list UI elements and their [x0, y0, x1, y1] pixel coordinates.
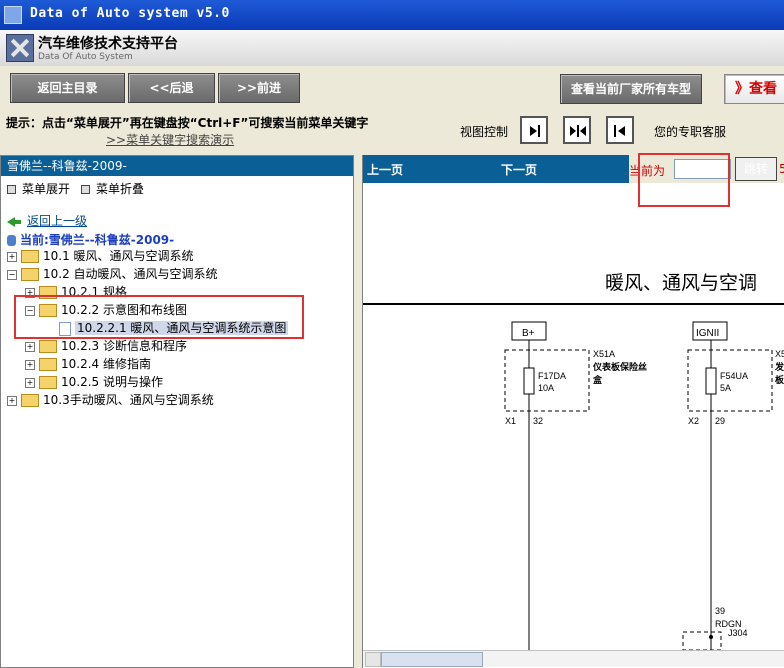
menu-collapse-label: 菜单折叠 [96, 182, 145, 196]
view-search-button[interactable]: 》查看 [724, 74, 784, 104]
wiring-diagram: 暖风、通风与空调 B+ X51A 仪表板保险丝 盒 F17DA 10A X1 3… [363, 183, 784, 650]
fa-partial-label: 发 [774, 361, 784, 372]
folder-open-icon [21, 268, 39, 281]
tree-item[interactable]: +10.3手动暖风、通风与空调系统 [7, 391, 214, 409]
tree-item-label: 10.1 暖风、通风与空调系统 [43, 249, 194, 263]
nav-toolbar: 返回主目录 <<后退 >>前进 查看当前厂家所有车型 》查看 [0, 66, 784, 112]
square-icon [7, 185, 16, 194]
x51a-desc2: 盒 [592, 374, 603, 385]
home-button[interactable]: 返回主目录 [10, 73, 125, 103]
pin32-label: 32 [533, 416, 543, 426]
wiring-diagram-svg: 暖风、通风与空调 B+ X51A 仪表板保险丝 盒 F17DA 10A X1 3… [363, 272, 784, 650]
b-plus-label: B+ [522, 328, 535, 339]
f17da-label: F17DA [538, 371, 566, 381]
view-both-button[interactable] [563, 116, 591, 144]
view-right-button[interactable] [520, 116, 548, 144]
database-icon [7, 235, 16, 246]
f54-amp-label: 5A [720, 383, 731, 393]
current-path: 当前:雪佛兰--科鲁兹-2009- [7, 231, 174, 248]
x51a-label: X51A [593, 349, 615, 359]
f54ua-label: F54UA [720, 371, 748, 381]
folder-icon [21, 394, 39, 407]
tree-item-label: 10.3手动暖风、通风与空调系统 [43, 393, 214, 407]
x51a-desc1: 仪表板保险丝 [592, 361, 647, 372]
ignii-label: IGNII [696, 328, 719, 339]
x2-label: X2 [688, 416, 699, 426]
tip-bar: 提示：点击“菜单展开”再在键盘按“Ctrl+F”可搜索当前菜单关键字 >>菜单关… [0, 111, 784, 153]
folder-icon [39, 340, 57, 353]
tree-item[interactable]: +10.2.5 说明与操作 [25, 373, 163, 391]
folder-icon [21, 250, 39, 263]
tree-item[interactable]: +10.2.4 维修指南 [25, 355, 151, 373]
f17-amp-label: 10A [538, 383, 554, 393]
tip-text: 提示：点击“菜单展开”再在键盘按“Ctrl+F”可搜索当前菜单关键字 [6, 116, 369, 130]
folder-icon [39, 358, 57, 371]
x1-label: X1 [505, 416, 516, 426]
wrench-logo-icon [6, 34, 34, 62]
splice-box [682, 631, 722, 650]
jump-button[interactable]: 跳转 [735, 157, 777, 181]
tree-toggle-icon[interactable]: + [25, 377, 35, 388]
tree-item[interactable]: − 10.2 自动暖风、通风与空调系统 [7, 265, 218, 283]
menu-expand[interactable]: 菜单展开 [7, 180, 70, 197]
splice-node [709, 635, 713, 639]
tree-item-label: 10.2.4 维修指南 [61, 357, 151, 371]
back-arrow-icon [7, 216, 21, 227]
fuse-symbol [705, 367, 717, 395]
app-title: 汽车维修技术支持平台 [38, 36, 178, 52]
scroll-left-arrow-icon[interactable] [365, 652, 381, 667]
app-icon [4, 6, 22, 24]
view-all-models-button[interactable]: 查看当前厂家所有车型 [560, 74, 702, 104]
tree-item-label: 10.2.5 说明与操作 [61, 375, 163, 389]
tree-toggle-icon[interactable]: + [7, 251, 17, 262]
view-left-button[interactable] [606, 116, 634, 144]
arrow-left-icon [614, 125, 625, 137]
horizontal-scrollbar[interactable] [363, 650, 784, 667]
search-demo-link[interactable]: >>菜单关键字搜索演示 [106, 131, 234, 148]
tree-toggle-icon[interactable]: + [25, 341, 35, 352]
wire-number-label: 39 [715, 606, 725, 616]
app-header: 汽车维修技术支持平台 Data Of Auto System [0, 30, 784, 67]
folder-icon [39, 376, 57, 389]
fuse-symbol [523, 367, 535, 395]
page-total-fragment: 5 [779, 162, 784, 176]
pin29-label: 29 [715, 416, 725, 426]
tree-item[interactable]: +10.2.3 诊断信息和程序 [25, 337, 187, 355]
window-titlebar: Data of Auto system v5.0 [0, 0, 784, 30]
tree-toggle-icon[interactable]: + [7, 395, 17, 406]
arrow-right-icon [530, 125, 540, 137]
tree-item[interactable]: +10.1 暖风、通风与空调系统 [7, 247, 194, 265]
highlight-box [14, 295, 304, 339]
back-button[interactable]: <<后退 [128, 73, 215, 103]
diagram-title: 暖风、通风与空调 [605, 272, 757, 294]
tree-item-label: 10.2 自动暖风、通风与空调系统 [43, 267, 218, 281]
fb-partial-label: 板 [775, 374, 784, 385]
arrows-inward-icon [570, 125, 586, 137]
j304-label: J304 [728, 628, 748, 638]
back-up-label: 返回上一级 [27, 214, 88, 228]
current-path-label: 当前:雪佛兰--科鲁兹-2009- [20, 233, 175, 247]
x5-partial-label: X5 [775, 349, 784, 359]
forward-button[interactable]: >>前进 [218, 73, 300, 103]
app-subtitle: Data Of Auto System [38, 52, 133, 62]
square-icon [81, 185, 90, 194]
back-up-link[interactable]: 返回上一级 [7, 212, 87, 229]
tree-item-label: 10.2.3 诊断信息和程序 [61, 339, 187, 353]
window-title: Data of Auto system v5.0 [30, 6, 230, 21]
menu-expand-label: 菜单展开 [22, 182, 71, 196]
consultant-label[interactable]: 您的专职客服 [654, 123, 726, 140]
prev-page-button[interactable]: 上一页 [367, 161, 403, 178]
tree-toggle-icon[interactable]: − [7, 269, 17, 280]
vendor-header: 雪佛兰--科鲁兹-2009- [1, 156, 353, 176]
menu-collapse[interactable]: 菜单折叠 [81, 180, 144, 197]
menu-tree-panel: 雪佛兰--科鲁兹-2009- 菜单展开 菜单折叠 返回上一级 当前:雪佛兰--科… [0, 155, 354, 668]
next-page-button[interactable]: 下一页 [501, 161, 537, 178]
document-panel: 上一页 下一页 当前为 51 跳转 5 暖风、通风与空调 B+ X51A 仪表板… [362, 153, 784, 668]
tree-toggle-icon[interactable]: + [25, 359, 35, 370]
scrollbar-thumb[interactable] [381, 652, 483, 667]
panel-splitter[interactable] [354, 155, 362, 668]
view-control-label: 视图控制 [460, 125, 509, 139]
